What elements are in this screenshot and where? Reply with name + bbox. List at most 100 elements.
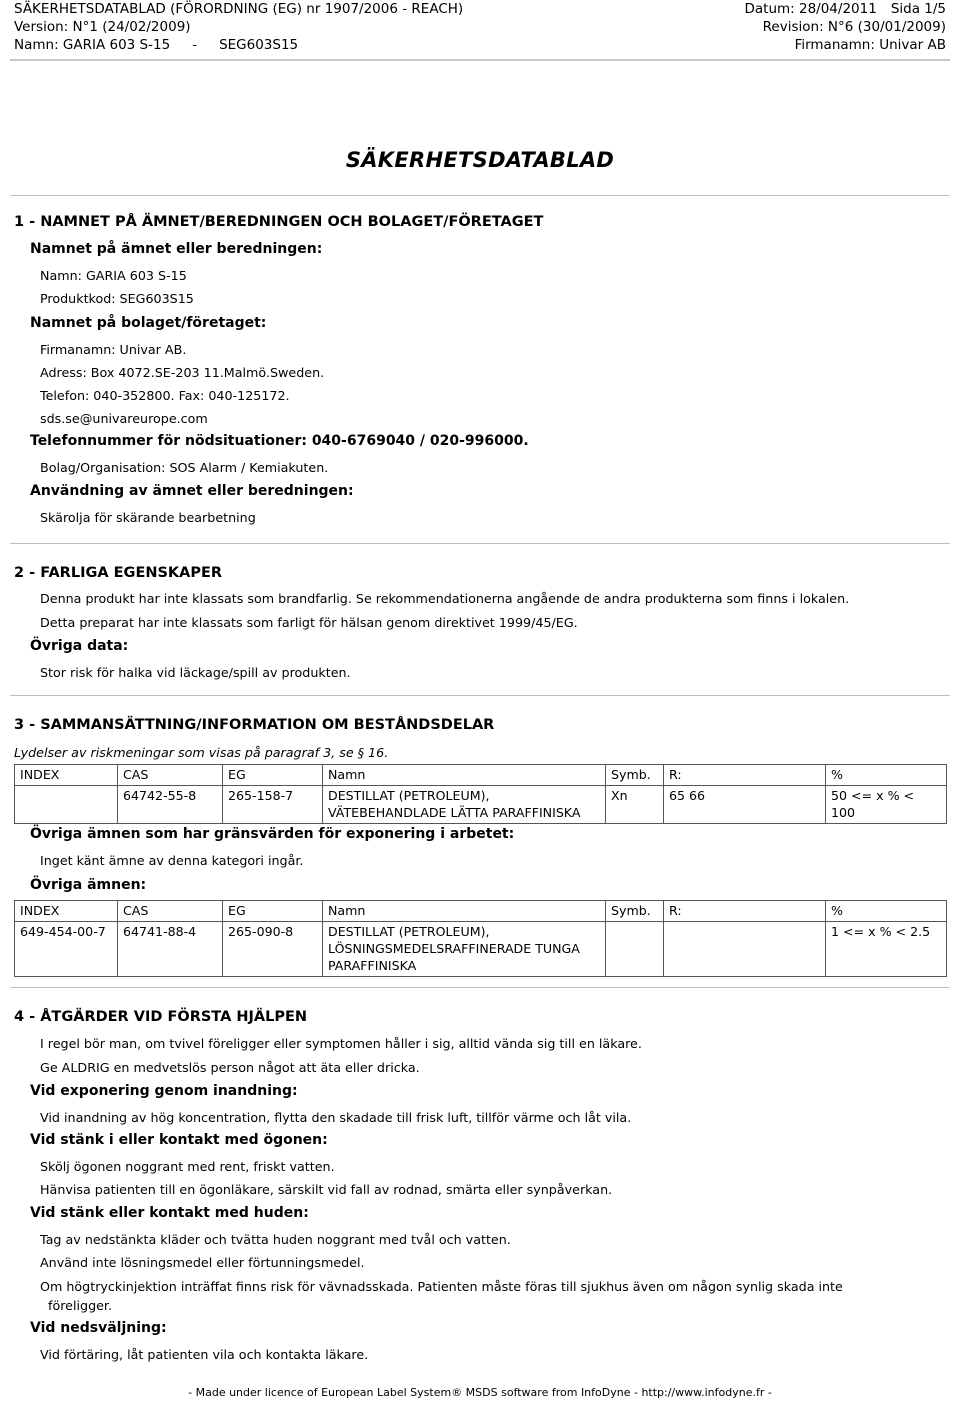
section-1-emergency-org: Bolag/Organisation: SOS Alarm / Kemiakut… — [40, 460, 329, 475]
cell-eg: 265-090-8 — [222, 921, 323, 977]
section-4-heading: 4 - ÅTGÄRDER VID FÖRSTA HJÄLPEN — [14, 1009, 307, 1025]
section-1-address: Adress: Box 4072.SE-203 11.Malmö.Sweden. — [40, 365, 325, 380]
composition-table-2: INDEX CAS EG Namn Symb. R: % 649-454-00-… — [14, 900, 947, 977]
cell-namn-line-1: DESTILLAT (PETROLEUM), — [328, 788, 490, 803]
table-col-eg: EG — [222, 764, 323, 786]
header-row-1: SÄKERHETSDATABLAD (FÖRORDNING (EG) nr 19… — [14, 0, 946, 18]
section-4-subheading-inhalation: Vid exponering genom inandning: — [30, 1083, 298, 1099]
section-3-heading: 3 - SAMMANSÄTTNING/INFORMATION OM BESTÅN… — [14, 717, 495, 733]
cell-namn-line-1: DESTILLAT (PETROLEUM), — [328, 924, 490, 939]
table-header-row: INDEX CAS EG Namn Symb. R: % — [14, 764, 947, 786]
section-1-subheading-company: Namnet på bolaget/företaget: — [30, 315, 267, 331]
section-1-subheading-substance: Namnet på ämnet eller beredningen: — [30, 241, 323, 257]
cell-index: 649-454-00-7 — [14, 921, 118, 977]
section-2-heading: 2 - FARLIGA EGENSKAPER — [14, 565, 223, 581]
header-divider — [10, 59, 950, 61]
section-3-exposure-limits-text: Inget känt ämne av denna kategori ingår. — [40, 853, 304, 868]
table-col-eg: EG — [222, 900, 323, 922]
table-col-cas: CAS — [117, 764, 223, 786]
section-4-skin-text-3: Om högtryckinjektion inträffat finns ris… — [40, 1277, 946, 1315]
section-3-subheading-other-substances: Övriga ämnen: — [30, 877, 147, 893]
table-col-cas: CAS — [117, 900, 223, 922]
section-4-swallow-text: Vid förtäring, låt patienten vila och ko… — [40, 1347, 369, 1362]
header-regulation-title: SÄKERHETSDATABLAD (FÖRORDNING (EG) nr 19… — [14, 1, 464, 17]
table-col-namn: Namn — [322, 764, 606, 786]
composition-table-1: INDEX CAS EG Namn Symb. R: % 64742-55-8 … — [14, 764, 947, 824]
section-divider-2 — [10, 543, 950, 544]
section-4-subheading-swallow: Vid nedsväljning: — [30, 1320, 167, 1336]
table-col-symb: Symb. — [605, 900, 664, 922]
section-2-line-1: Denna produkt har inte klassats som bran… — [40, 591, 850, 606]
table-col-pct: % — [825, 764, 947, 786]
document-header: SÄKERHETSDATABLAD (FÖRORDNING (EG) nr 19… — [14, 0, 946, 56]
section-4-eyes-text-1: Skölj ögonen noggrant med rent, friskt v… — [40, 1159, 335, 1174]
section-1-email: sds.se@univareurope.com — [40, 411, 208, 426]
header-company: Firmanamn: Univar AB — [794, 37, 946, 53]
cell-r — [663, 921, 826, 977]
section-1-company-name: Firmanamn: Univar AB. — [40, 342, 187, 357]
table-col-namn: Namn — [322, 900, 606, 922]
header-product-dash: - — [192, 37, 198, 53]
table-header-row: INDEX CAS EG Namn Symb. R: % — [14, 900, 947, 922]
section-1-use-text: Skärolja för skärande bearbetning — [40, 510, 256, 525]
section-4-eyes-text-2: Hänvisa patienten till en ögonläkare, sä… — [40, 1182, 613, 1197]
cell-namn: DESTILLAT (PETROLEUM), LÖSNINGSMEDELSRAF… — [322, 921, 606, 977]
section-1-heading: 1 - NAMNET PÅ ÄMNET/BEREDNINGEN OCH BOLA… — [14, 214, 544, 230]
section-1-emergency-phone: Telefonnummer för nödsituationer: 040-67… — [30, 433, 529, 449]
section-4-line-2: Ge ALDRIG en medvetslös person något att… — [40, 1060, 420, 1075]
section-4-skin-text-1: Tag av nedstänkta kläder och tvätta hude… — [40, 1232, 511, 1247]
section-4-inhalation-text: Vid inandning av hög koncentration, flyt… — [40, 1110, 632, 1125]
cell-namn-line-3: PARAFFINISKA — [328, 958, 417, 973]
section-4-skin-text-3-main: Om högtryckinjektion inträffat finns ris… — [40, 1279, 843, 1294]
cell-symb — [605, 921, 664, 977]
section-1-name: Namn: GARIA 603 S-15 — [40, 268, 187, 283]
section-2-subheading-other-data: Övriga data: — [30, 638, 129, 654]
cell-cas: 64742-55-8 — [117, 785, 223, 824]
cell-index — [14, 785, 118, 824]
table-col-index: INDEX — [14, 764, 118, 786]
section-1-phone-fax: Telefon: 040-352800. Fax: 040-125172. — [40, 388, 290, 403]
section-1-subheading-use: Användning av ämnet eller beredningen: — [30, 483, 354, 499]
cell-namn-line-2: VÄTEBEHANDLADE LÄTTA PARAFFINISKA — [328, 805, 581, 820]
cell-pct: 50 <= x % < 100 — [825, 785, 947, 824]
cell-symb: Xn — [605, 785, 664, 824]
header-row-2: Version: N°1 (24/02/2009) Revision: N°6 … — [14, 18, 946, 36]
header-page-number: Sida 1/5 — [890, 1, 946, 17]
page-title: SÄKERHETSDATABLAD — [345, 148, 615, 172]
section-3-subheading-exposure-limits: Övriga ämnen som har gränsvärden för exp… — [30, 826, 515, 842]
cell-namn: DESTILLAT (PETROLEUM), VÄTEBEHANDLADE LÄ… — [322, 785, 606, 824]
table-col-symb: Symb. — [605, 764, 664, 786]
section-4-line-1: I regel bör man, om tvivel föreligger el… — [40, 1036, 642, 1051]
document-footer: - Made under licence of European Label S… — [188, 1386, 772, 1399]
section-divider-4 — [10, 987, 950, 988]
cell-pct: 1 <= x % < 2.5 — [825, 921, 947, 977]
section-divider-1 — [10, 195, 950, 196]
section-3-note: Lydelser av riskmeningar som visas på pa… — [14, 745, 389, 760]
section-divider-3 — [10, 695, 950, 696]
header-revision: Revision: N°6 (30/01/2009) — [762, 19, 946, 35]
section-4-subheading-eyes: Vid stänk i eller kontakt med ögonen: — [30, 1132, 328, 1148]
header-product-code: SEG603S15 — [219, 37, 299, 53]
document-page: SÄKERHETSDATABLAD (FÖRORDNING (EG) nr 19… — [0, 0, 960, 1416]
table-col-r: R: — [663, 900, 826, 922]
table-col-pct: % — [825, 900, 947, 922]
table-col-index: INDEX — [14, 900, 118, 922]
section-1-product-code: Produktkod: SEG603S15 — [40, 291, 194, 306]
cell-namn-line-2: LÖSNINGSMEDELSRAFFINERADE TUNGA — [328, 941, 580, 956]
table-row: 64742-55-8 265-158-7 DESTILLAT (PETROLEU… — [14, 785, 947, 824]
table-col-r: R: — [663, 764, 826, 786]
cell-r: 65 66 — [663, 785, 826, 824]
section-4-skin-text-2: Använd inte lösningsmedel eller förtunni… — [40, 1255, 365, 1270]
section-4-skin-text-3-continuation: föreligger. — [48, 1298, 113, 1313]
table-row: 649-454-00-7 64741-88-4 265-090-8 DESTIL… — [14, 921, 947, 977]
header-product-name: Namn: GARIA 603 S-15 - SEG603S15 — [14, 36, 298, 54]
header-date-page: Datum: 28/04/2011 Sida 1/5 — [744, 0, 946, 18]
section-2-line-2: Detta preparat har inte klassats som far… — [40, 615, 578, 630]
header-date: Datum: 28/04/2011 — [744, 1, 877, 17]
section-2-line-3: Stor risk för halka vid läckage/spill av… — [40, 665, 351, 680]
section-4-subheading-skin: Vid stänk eller kontakt med huden: — [30, 1205, 309, 1221]
header-row-3: Namn: GARIA 603 S-15 - SEG603S15 Firmanamn… — [14, 36, 946, 54]
cell-cas: 64741-88-4 — [117, 921, 223, 977]
cell-eg: 265-158-7 — [222, 785, 323, 824]
header-version: Version: N°1 (24/02/2009) — [14, 19, 191, 35]
